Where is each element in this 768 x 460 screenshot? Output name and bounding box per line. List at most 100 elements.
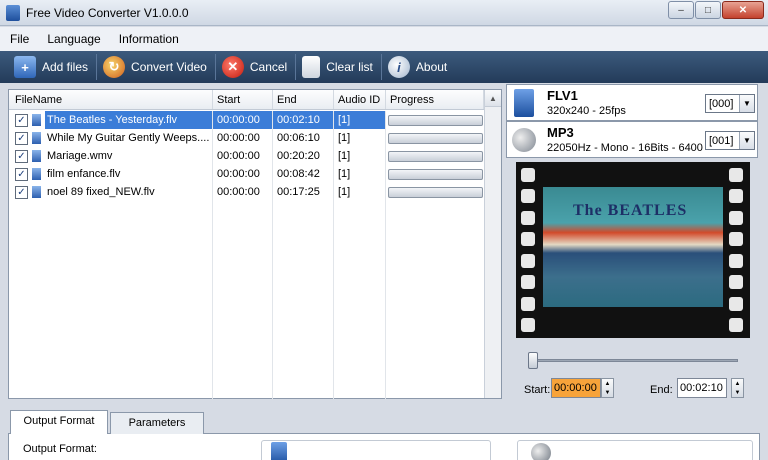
empty-row	[9, 291, 485, 309]
chevron-down-icon[interactable]: ▼	[739, 132, 754, 149]
row-checkbox[interactable]: ✓	[15, 131, 28, 145]
table-row[interactable]: ✓ While My Guitar Gently Weeps.... 00:00:0…	[9, 129, 485, 147]
minimize-button[interactable]: –	[668, 1, 694, 19]
col-end[interactable]: End	[273, 90, 334, 109]
preview-banner: The BEATLES	[573, 202, 688, 219]
row-checkbox[interactable]: ✓	[15, 149, 28, 163]
tab-parameters[interactable]: Parameters	[110, 412, 204, 434]
table-row[interactable]: ✓ The Beatles - Yesterday.flv 00:00:00 00:0…	[9, 111, 485, 129]
menu-information[interactable]: Information	[119, 32, 179, 46]
progress-cell	[386, 183, 484, 201]
close-button[interactable]: ✕	[722, 1, 764, 19]
col-progress[interactable]: Progress	[386, 90, 484, 109]
video-stream-value: [000]	[709, 97, 734, 110]
video-file-icon	[271, 442, 287, 460]
audio-stream-select[interactable]: [001] ▼	[705, 131, 755, 150]
start-cell: 00:00:00	[213, 111, 273, 129]
progress-bar	[388, 132, 483, 144]
video-preview: The BEATLES	[516, 162, 750, 338]
end-time-input[interactable]: 00:02:10	[677, 378, 727, 398]
convert-video-button[interactable]: ↻ Convert Video	[97, 54, 216, 80]
clear-list-label: Clear list	[326, 60, 373, 74]
file-list: FileName Start End Audio ID Progress ✓ Th…	[8, 89, 502, 399]
empty-row	[9, 273, 485, 291]
row-checkbox[interactable]: ✓	[15, 185, 28, 199]
progress-cell	[386, 147, 484, 165]
add-file-icon: +	[14, 56, 36, 78]
end-cell: 00:02:10	[273, 111, 334, 129]
file-icon	[32, 132, 41, 144]
app-icon	[6, 5, 20, 21]
video-details: 320x240 - 25fps	[547, 105, 626, 117]
add-files-button[interactable]: + Add files	[8, 54, 98, 80]
audio-details: 22050Hz - Mono - 16Bits - 6400	[547, 142, 703, 154]
convert-video-label: Convert Video	[131, 60, 207, 74]
end-cell: 00:06:10	[273, 129, 334, 147]
col-audio-id[interactable]: Audio ID	[334, 90, 386, 109]
end-cell: 00:17:25	[273, 183, 334, 201]
filename-cell[interactable]: ✓ film enfance.flv	[9, 165, 213, 183]
file-icon	[32, 168, 41, 180]
filename-cell[interactable]: ✓ The Beatles - Yesterday.flv	[9, 111, 213, 129]
filename-cell[interactable]: ✓ noel 89 fixed_NEW.flv	[9, 183, 213, 201]
chevron-down-icon[interactable]: ▼	[739, 95, 754, 112]
title-bar: Free Video Converter V1.0.0.0 – □ ✕	[0, 0, 768, 26]
progress-cell	[386, 111, 484, 129]
empty-row	[9, 309, 485, 327]
end-label: End:	[650, 384, 673, 396]
empty-row	[9, 327, 485, 345]
table-row[interactable]: ✓ noel 89 fixed_NEW.flv 00:00:00 00:17:25 [1…	[9, 183, 485, 201]
end-cell: 00:08:42	[273, 165, 334, 183]
blank-page-icon	[302, 56, 321, 78]
progress-bar	[388, 186, 483, 198]
filename-cell[interactable]: ✓ While My Guitar Gently Weeps....	[9, 129, 213, 147]
tab-output-format[interactable]: Output Format	[10, 410, 108, 434]
audio-id-cell: [1]	[334, 165, 386, 183]
progress-bar	[388, 168, 483, 180]
table-row[interactable]: ✓ Mariage.wmv 00:00:00 00:20:20 [1]	[9, 147, 485, 165]
speaker-icon	[511, 125, 537, 154]
start-cell: 00:00:00	[213, 165, 273, 183]
empty-row	[9, 363, 485, 381]
audio-format-card: MP3 22050Hz - Mono - 16Bits - 6400 [001]…	[506, 121, 758, 158]
audio-codec: MP3	[547, 125, 574, 140]
start-label: Start:	[524, 384, 551, 396]
end-time-spinner[interactable]: ▲ ▼	[731, 378, 744, 398]
filename-text: Mariage.wmv	[47, 150, 113, 162]
cancel-icon: ✕	[221, 56, 244, 78]
filename-text: The Beatles - Yesterday.flv	[45, 111, 212, 129]
menu-file[interactable]: File	[10, 32, 29, 46]
row-checkbox[interactable]: ✓	[15, 167, 28, 181]
convert-icon: ↻	[103, 56, 126, 78]
audio-id-cell: [1]	[334, 129, 386, 147]
filename-cell[interactable]: ✓ Mariage.wmv	[9, 147, 213, 165]
file-icon	[32, 186, 41, 198]
row-checkbox[interactable]: ✓	[15, 113, 28, 127]
seek-track[interactable]	[528, 359, 738, 362]
about-button[interactable]: i About	[382, 54, 455, 80]
clear-list-button[interactable]: Clear list	[296, 54, 382, 80]
table-row[interactable]: ✓ film enfance.flv 00:00:00 00:08:42 [1]	[9, 165, 485, 183]
audio-output-group	[517, 440, 753, 460]
seek-slider[interactable]	[524, 350, 740, 370]
video-file-icon	[511, 88, 537, 117]
empty-row	[9, 237, 485, 255]
filename-text: While My Guitar Gently Weeps....	[47, 132, 210, 144]
start-cell: 00:00:00	[213, 147, 273, 165]
progress-bar	[388, 114, 483, 126]
cancel-button[interactable]: ✕ Cancel	[216, 54, 297, 80]
scroll-up-arrow-icon[interactable]: ▲	[485, 90, 501, 107]
start-time-spinner[interactable]: ▲ ▼	[601, 378, 614, 398]
vertical-scrollbar[interactable]: ▲	[484, 90, 501, 398]
info-icon: i	[387, 56, 410, 78]
video-stream-select[interactable]: [000] ▼	[705, 94, 755, 113]
seek-thumb[interactable]	[528, 352, 538, 369]
col-filename[interactable]: FileName	[9, 90, 213, 109]
col-start[interactable]: Start	[213, 90, 273, 109]
preview-frame: The BEATLES	[543, 187, 723, 307]
start-time-input[interactable]: 00:00:00	[551, 378, 601, 398]
maximize-button[interactable]: □	[695, 1, 721, 19]
video-format-card: FLV1 320x240 - 25fps [000] ▼	[506, 84, 758, 121]
menu-language[interactable]: Language	[47, 32, 100, 46]
audio-id-cell: [1]	[334, 183, 386, 201]
